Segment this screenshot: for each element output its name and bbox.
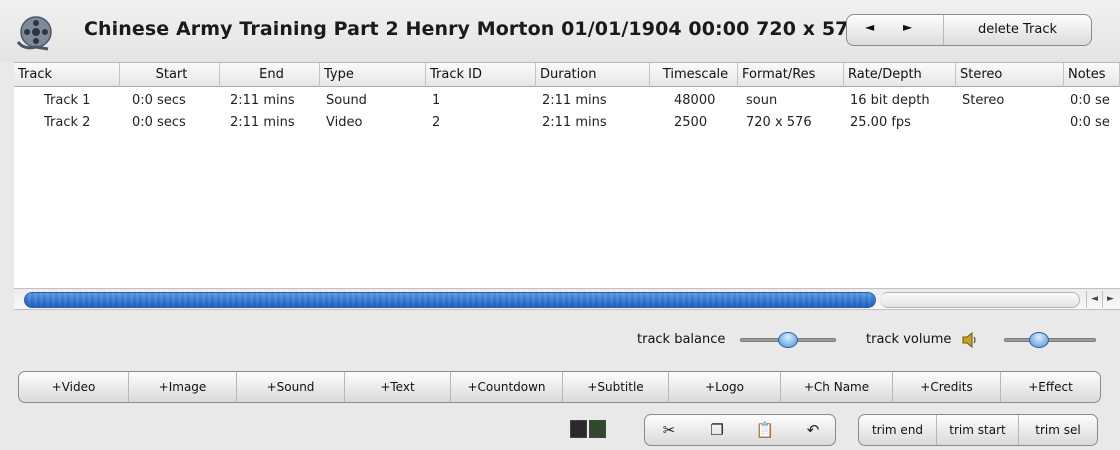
table-cell: 0:0 se (1070, 93, 1110, 108)
table-cell: 2:11 mins (230, 115, 295, 130)
film-reel-icon (16, 16, 52, 51)
column-header[interactable]: Stereo (956, 63, 1064, 87)
table-cell: 1 (432, 93, 441, 108)
scroll-thumb[interactable] (24, 292, 876, 308)
column-header[interactable]: Duration (536, 63, 650, 87)
column-header[interactable]: Start (120, 63, 220, 87)
column-header[interactable]: End (220, 63, 320, 87)
table-row[interactable]: Track 1 0:0 secs 2:11 mins Sound 1 2:11 mins 4… (14, 91, 1120, 111)
add-ch-name-button[interactable]: +Ch Name (781, 372, 893, 402)
table-cell: 2 (432, 115, 441, 130)
trim-end-button[interactable]: trim end (859, 415, 937, 445)
add-subtitle-button[interactable]: +Subtitle (563, 372, 669, 402)
green-swatch[interactable] (589, 420, 606, 438)
scroll-left-arrow-icon[interactable]: ◄ (1086, 291, 1102, 308)
table-cell: 0:0 secs (132, 93, 186, 108)
cut-icon[interactable]: ✂ (645, 415, 693, 445)
scroll-track[interactable] (880, 292, 1080, 308)
add-media-toolbar: +Video +Image +Sound +Text +Countdown +Subtit… (18, 371, 1101, 403)
column-header[interactable]: Track ID (426, 63, 536, 87)
trim-start-button[interactable]: trim start (937, 415, 1019, 445)
table-cell: Sound (326, 93, 367, 108)
table-cell: 2500 (674, 115, 708, 130)
table-cell: 25.00 fps (850, 115, 911, 130)
add-text-button[interactable]: +Text (345, 372, 451, 402)
table-cell: 48000 (674, 93, 716, 108)
speaker-icon (962, 331, 976, 349)
edit-tools-group: ✂ ❐ 📋 ↶ (644, 414, 836, 446)
add-logo-button[interactable]: +Logo (669, 372, 781, 402)
column-header[interactable]: Format/Res (738, 63, 844, 87)
slider-knob[interactable] (778, 332, 798, 348)
track-volume-label: track volume (866, 332, 952, 347)
table-cell: 16 bit depth (850, 93, 930, 108)
column-header[interactable]: Type (320, 63, 426, 87)
table-cell: 0:0 se (1070, 115, 1110, 130)
table-cell: 2:11 mins (230, 93, 295, 108)
column-header[interactable]: Timescale (650, 63, 738, 87)
slider-knob[interactable] (1029, 332, 1049, 348)
next-track-button[interactable]: ► (903, 20, 912, 34)
movie-title: Chinese Army Training Part 2 Henry Morto… (84, 18, 862, 40)
scroll-right-arrow-icon[interactable]: ► (1102, 291, 1118, 308)
column-header[interactable]: Notes (1064, 63, 1120, 87)
trim-tools-group: trim end trim start trim sel (858, 414, 1098, 446)
track-balance-label: track balance (637, 332, 726, 347)
dark-swatch[interactable] (570, 420, 587, 438)
undo-icon[interactable]: ↶ (789, 415, 837, 445)
table-header: Track Start End Type Track ID Duration Timesca… (14, 63, 1120, 87)
copy-icon[interactable]: ❐ (693, 415, 741, 445)
add-sound-button[interactable]: +Sound (237, 372, 345, 402)
table-cell: 720 x 576 (746, 115, 812, 130)
table-cell (962, 113, 1064, 133)
table-cell: 2:11 mins (542, 115, 607, 130)
trim-sel-button[interactable]: trim sel (1019, 415, 1097, 445)
table-cell: 2:11 mins (542, 93, 607, 108)
horizontal-scrollbar[interactable]: ◄ ► (14, 288, 1120, 310)
table-cell: soun (746, 93, 778, 108)
add-effect-button[interactable]: +Effect (1001, 372, 1100, 402)
slider-track (1004, 338, 1096, 342)
track-table: Track Start End Type Track ID Duration Timesca… (14, 62, 1120, 288)
color-swatches (568, 418, 608, 442)
add-credits-button[interactable]: +Credits (893, 372, 1001, 402)
add-countdown-button[interactable]: +Countdown (451, 372, 563, 402)
column-header[interactable]: Rate/Depth (844, 63, 956, 87)
table-cell: Stereo (962, 93, 1005, 108)
table-row[interactable]: Track 2 0:0 secs 2:11 mins Video 2 2:11 mins 2… (14, 113, 1120, 133)
table-cell: 0:0 secs (132, 115, 186, 130)
column-header[interactable]: Track (14, 63, 120, 87)
add-video-button[interactable]: +Video (19, 372, 129, 402)
table-cell: Track 2 (44, 115, 91, 130)
previous-track-button[interactable]: ◄ (865, 20, 874, 34)
track-nav-group: ◄ ► delete Track (846, 14, 1092, 46)
delete-track-button[interactable]: delete Track (944, 15, 1091, 45)
track-balance-slider[interactable] (740, 330, 836, 350)
table-cell: Video (326, 115, 363, 130)
paste-icon[interactable]: 📋 (741, 415, 789, 445)
header-bar: Chinese Army Training Part 2 Henry Morto… (0, 0, 1120, 62)
table-cell: Track 1 (44, 93, 91, 108)
add-image-button[interactable]: +Image (129, 372, 237, 402)
track-volume-slider[interactable] (1004, 330, 1096, 350)
